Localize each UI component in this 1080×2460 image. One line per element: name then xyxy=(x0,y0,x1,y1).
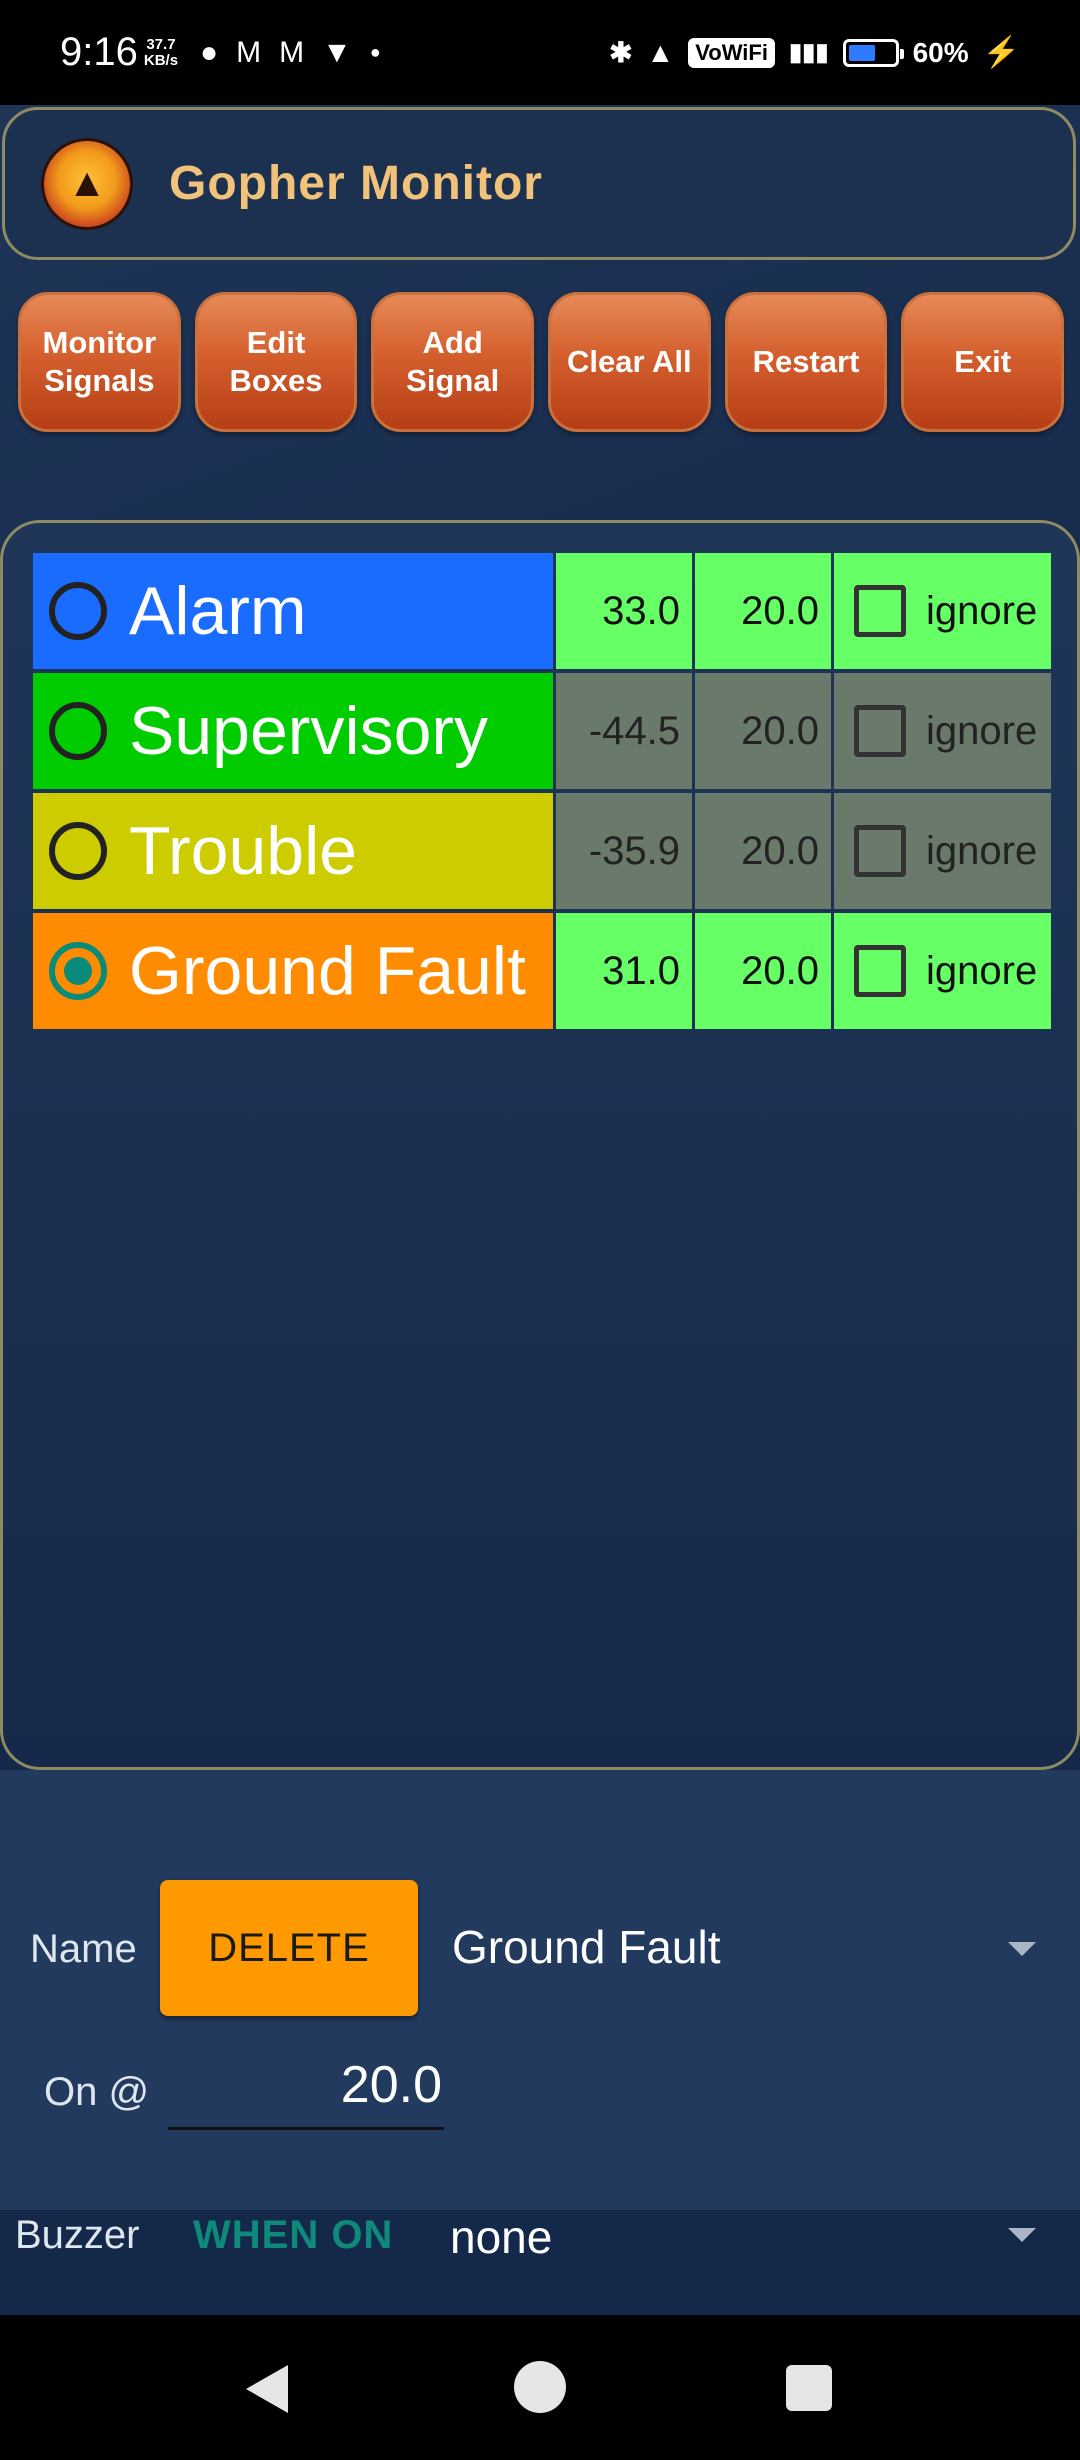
signal-threshold: 20.0 xyxy=(695,673,831,789)
ignore-label: ignore xyxy=(926,828,1038,873)
signal-name: Ground Fault xyxy=(129,933,526,1009)
more-notifications-icon: ● xyxy=(369,42,381,62)
signal-row: Trouble -35.9 20.0 ignore xyxy=(33,793,1051,909)
gopher-logo-icon: ▲ xyxy=(41,137,133,230)
battery-percent: 60% xyxy=(912,36,969,68)
ignore-checkbox[interactable] xyxy=(854,945,906,997)
signal-name-cell[interactable]: Supervisory xyxy=(33,673,553,789)
chevron-down-icon[interactable] xyxy=(1008,2228,1036,2242)
system-icons: ✱ ▲ VoWiFi ▮▮▮ 60% ⚡ xyxy=(609,35,1020,70)
ignore-checkbox[interactable] xyxy=(854,825,906,877)
bluetooth-icon: ✱ xyxy=(609,37,633,68)
wifi-icon: ▲ xyxy=(646,36,675,68)
signal-icon: ▮▮▮ xyxy=(788,39,829,66)
signal-name-cell[interactable]: Trouble xyxy=(33,793,553,909)
buzzer-dropdown[interactable]: none xyxy=(450,2210,552,2264)
signal-radio[interactable] xyxy=(49,702,107,760)
signal-row: Supervisory -44.5 20.0 ignore xyxy=(33,673,1051,789)
signal-radio[interactable] xyxy=(49,822,107,880)
signal-value: -44.5 xyxy=(556,673,692,789)
ignore-label: ignore xyxy=(926,588,1038,633)
net-speed: 37.7 KB/s xyxy=(143,35,179,69)
notification-icons: ● M M ▼ ● xyxy=(200,36,381,70)
monitor-signals-button[interactable]: Monitor Signals xyxy=(18,292,181,432)
signal-name-cell[interactable]: Ground Fault xyxy=(33,913,553,1029)
status-bar: 9:16 37.7 KB/s ● M M ▼ ● ✱ ▲ VoWiFi ▮▮▮ … xyxy=(0,0,1080,105)
ignore-checkbox[interactable] xyxy=(854,585,906,637)
ignore-cell[interactable]: ignore xyxy=(834,673,1051,789)
gmail-icon: M xyxy=(236,35,262,69)
add-signal-button[interactable]: Add Signal xyxy=(371,292,535,432)
signal-threshold: 20.0 xyxy=(695,913,831,1029)
on-at-label: On @ xyxy=(44,2070,150,2114)
signal-value: 31.0 xyxy=(556,913,692,1029)
chat-icon: ● xyxy=(200,35,219,69)
home-icon[interactable] xyxy=(514,2361,566,2413)
signal-radio[interactable] xyxy=(49,942,107,1000)
signal-name: Trouble xyxy=(129,813,358,889)
signal-threshold: 20.0 xyxy=(695,553,831,669)
signals-table: Alarm 33.0 20.0 ignore Supervisory -44.5… xyxy=(33,553,1051,1033)
app-title: Gopher Monitor xyxy=(169,157,543,210)
navigation-bar xyxy=(0,2315,1080,2460)
signal-name-dropdown[interactable]: Ground Fault xyxy=(452,1920,720,1974)
recents-icon[interactable] xyxy=(786,2365,832,2411)
restart-button[interactable]: Restart xyxy=(724,292,888,432)
signal-name: Supervisory xyxy=(129,693,489,769)
vowifi-icon: VoWiFi xyxy=(688,37,775,68)
signal-name: Alarm xyxy=(129,573,307,649)
signal-radio[interactable] xyxy=(49,582,107,640)
signal-value: -35.9 xyxy=(556,793,692,909)
net-speed-unit: KB/s xyxy=(143,51,179,69)
buzzer-label: Buzzer xyxy=(15,2213,140,2257)
gmail-icon-2: M xyxy=(279,35,305,69)
exit-button[interactable]: Exit xyxy=(901,292,1065,432)
signal-row: Alarm 33.0 20.0 ignore xyxy=(33,553,1051,669)
signal-value: 33.0 xyxy=(556,553,692,669)
clear-all-button[interactable]: Clear All xyxy=(548,292,711,432)
ignore-cell[interactable]: ignore xyxy=(834,553,1051,669)
edit-boxes-button[interactable]: Edit Boxes xyxy=(194,292,358,432)
on-threshold-input[interactable]: 20.0 xyxy=(168,2055,444,2130)
signal-row: Ground Fault 31.0 20.0 ignore xyxy=(33,913,1051,1029)
toolbar: Monitor Signals Edit Boxes Add Signal Cl… xyxy=(18,292,1065,432)
battery-icon xyxy=(842,38,904,67)
signal-threshold: 20.0 xyxy=(695,793,831,909)
back-icon[interactable] xyxy=(246,2365,288,2413)
net-speed-value: 37.7 xyxy=(146,35,176,53)
ignore-label: ignore xyxy=(926,948,1038,993)
delete-button[interactable]: DELETE xyxy=(160,1880,418,2016)
ignore-checkbox[interactable] xyxy=(854,705,906,757)
status-time: 9:16 xyxy=(60,30,138,74)
vpn-icon: ▼ xyxy=(322,35,352,69)
charging-icon: ⚡ xyxy=(982,36,1020,69)
name-label: Name xyxy=(30,1927,137,1971)
app-header: ▲ Gopher Monitor xyxy=(2,107,1076,260)
ignore-cell[interactable]: ignore xyxy=(834,913,1051,1029)
ignore-label: ignore xyxy=(926,708,1038,753)
signal-name-cell[interactable]: Alarm xyxy=(33,553,553,669)
ignore-cell[interactable]: ignore xyxy=(834,793,1051,909)
buzzer-mode-button[interactable]: WHEN ON xyxy=(193,2213,393,2258)
chevron-down-icon[interactable] xyxy=(1008,1942,1036,1956)
